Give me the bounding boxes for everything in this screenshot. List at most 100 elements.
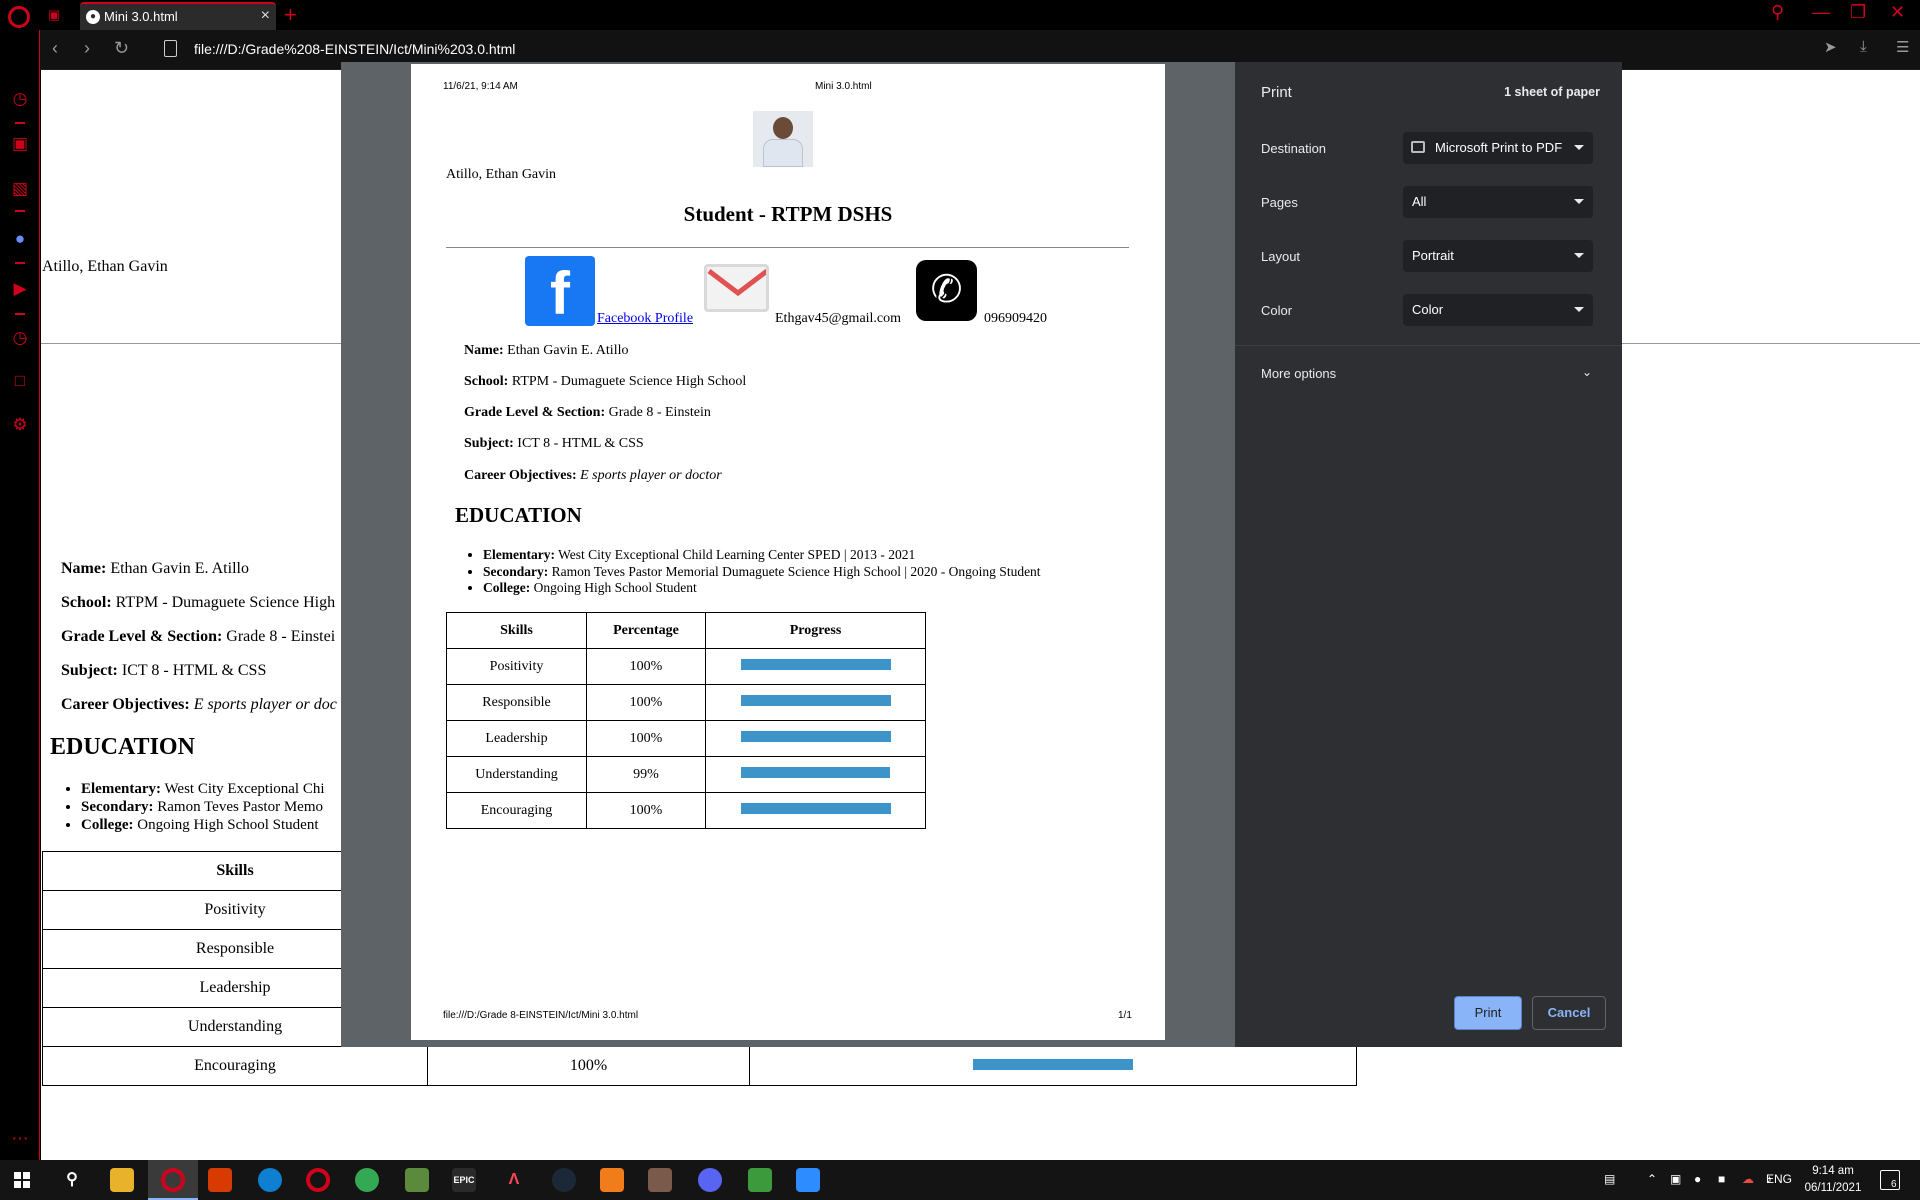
chevron-up-icon[interactable]: ⌃	[1647, 1172, 1657, 1186]
zoom-icon[interactable]	[796, 1168, 820, 1192]
chrome-icon[interactable]	[355, 1168, 379, 1192]
preview-info-name: Name: Ethan Gavin E. Atillo	[464, 343, 629, 358]
footer-page: 1/1	[1118, 1010, 1132, 1021]
search-icon[interactable]: ⚲	[60, 1168, 84, 1192]
facebook-profile-link[interactable]: Facebook Profile	[597, 311, 693, 327]
new-tab-button[interactable]: +	[284, 2, 297, 28]
list-item: Elementary: West City Exceptional Child …	[483, 547, 1041, 564]
close-window-button[interactable]: ✕	[1890, 2, 1905, 23]
extensions-icon[interactable]: □	[9, 370, 31, 392]
globe-icon: ●	[86, 10, 100, 24]
table-row: Encouraging 100%	[42, 1046, 1357, 1086]
info-school: School: RTPM - Dumaguete Science High	[61, 594, 336, 611]
more-options-label: More options	[1261, 366, 1337, 381]
percentage-cell: 100%	[586, 720, 706, 757]
destination-select[interactable]: Microsoft Print to PDF	[1403, 132, 1593, 164]
windows-start-icon[interactable]	[14, 1172, 30, 1188]
game-icon[interactable]	[648, 1168, 672, 1192]
email-text: Ethgav45@gmail.com	[775, 311, 902, 326]
speed-dial-icon[interactable]: ◷	[9, 88, 31, 110]
column-header: Progress	[705, 612, 926, 649]
tab-close-icon[interactable]: ×	[261, 7, 270, 25]
network-icon[interactable]: ▣	[1670, 1172, 1681, 1186]
minecraft-icon[interactable]	[405, 1168, 429, 1192]
history-icon[interactable]: ◷	[9, 327, 31, 349]
preview-page: 11/6/21, 9:14 AM Mini 3.0.html Atillo, E…	[411, 64, 1165, 1040]
back-button[interactable]: ‹	[52, 38, 58, 59]
language-indicator[interactable]: ENG	[1766, 1172, 1792, 1186]
settings-icon[interactable]: ⚙	[9, 414, 31, 436]
skill-cell: Encouraging	[446, 792, 587, 829]
reload-button[interactable]: ↻	[114, 38, 129, 59]
browser-tab[interactable]: ● Mini 3.0.html ×	[80, 2, 276, 30]
restore-button[interactable]: ❐	[1850, 2, 1866, 23]
table-header-row: Skills Percentage Progress	[446, 612, 926, 649]
opera-taskbar-button[interactable]	[148, 1160, 198, 1200]
url-field[interactable]: file:///D:/Grade%208-EINSTEIN/Ict/Mini%2…	[194, 41, 515, 57]
chevron-down-icon	[1574, 307, 1584, 312]
workspace-icon[interactable]: ▣	[9, 133, 31, 155]
cancel-button[interactable]: Cancel	[1532, 996, 1606, 1030]
notification-icon[interactable]: 6	[1880, 1170, 1900, 1190]
list-item: College: Ongoing High School Student	[81, 816, 325, 834]
minimize-button[interactable]: —	[1812, 2, 1830, 23]
office-icon[interactable]	[208, 1168, 232, 1192]
preview-education-list: Elementary: West City Exceptional Child …	[483, 547, 1041, 597]
opera-menu-icon[interactable]	[8, 6, 30, 28]
print-title: Print	[1261, 84, 1292, 101]
column-header: Skills	[446, 612, 587, 649]
table-cell: 100%	[427, 1046, 750, 1086]
list-item: Secondary: Ramon Teves Pastor Memo	[81, 798, 325, 816]
messenger-icon[interactable]: ●	[9, 228, 31, 250]
sidebar-divider	[15, 210, 25, 212]
more-icon[interactable]: ⋯	[9, 1128, 31, 1150]
download-icon[interactable]: ⤓	[1860, 38, 1867, 55]
send-icon[interactable]: ➤	[1824, 38, 1837, 56]
phone-text: 096909420	[984, 311, 1047, 326]
gamepad-icon[interactable]: ▣	[48, 8, 66, 22]
header-title: Mini 3.0.html	[815, 81, 872, 92]
preview-divider	[446, 247, 1129, 248]
forward-button[interactable]: ›	[84, 38, 90, 59]
opera-gx-icon[interactable]	[306, 1168, 330, 1192]
progress-bar	[740, 730, 891, 742]
news-icon[interactable]: ▤	[1604, 1172, 1615, 1186]
clock[interactable]: 9:14 am 06/11/2021	[1800, 1163, 1866, 1197]
percentage-cell: 100%	[586, 684, 706, 721]
player-icon[interactable]: ▶	[9, 278, 31, 300]
steam-icon[interactable]	[552, 1168, 576, 1192]
layout-select[interactable]: Portrait	[1403, 240, 1593, 272]
epic-games-icon[interactable]: EPIC	[452, 1168, 476, 1192]
file-explorer-icon[interactable]	[110, 1168, 134, 1192]
profile-photo	[753, 111, 813, 167]
list-item: Elementary: West City Exceptional Chi	[81, 780, 325, 798]
discord-icon[interactable]	[698, 1168, 722, 1192]
edge-icon[interactable]	[258, 1168, 282, 1192]
notepad-plus-icon[interactable]	[748, 1168, 772, 1192]
layout-value: Portrait	[1412, 248, 1454, 263]
table-cell: Encouraging	[42, 1046, 428, 1086]
percentage-cell: 100%	[586, 648, 706, 685]
print-button[interactable]: Print	[1454, 996, 1522, 1030]
chevron-down-icon	[1574, 199, 1584, 204]
facebook-icon[interactable]: f	[525, 256, 595, 327]
easy-setup-icon[interactable]: ☰	[1896, 38, 1909, 56]
browser-titlebar: ▣ ● Mini 3.0.html × + ⚲ — ❐ ✕	[0, 0, 1920, 30]
pages-select[interactable]: All	[1403, 186, 1593, 218]
more-options-toggle[interactable]: More options ⌄	[1235, 354, 1622, 390]
onedrive-icon[interactable]: ☁	[1742, 1172, 1754, 1186]
valorant-icon[interactable]: Λ	[502, 1168, 526, 1192]
education-list: Elementary: West City Exceptional Chi Se…	[81, 780, 325, 834]
table-row: Positivity 100%	[446, 648, 926, 685]
microphone-icon[interactable]: ●	[1694, 1172, 1701, 1186]
destination-value: Microsoft Print to PDF	[1435, 140, 1563, 155]
camera-icon[interactable]: ■	[1718, 1172, 1725, 1186]
progress-bar	[741, 766, 890, 778]
color-select[interactable]: Color	[1403, 294, 1593, 326]
progress-bar	[740, 658, 891, 670]
search-tabs-icon[interactable]: ⚲	[1771, 2, 1784, 23]
panel-divider	[1235, 345, 1622, 346]
blender-icon[interactable]	[600, 1168, 624, 1192]
twitch-icon[interactable]: ▧	[9, 178, 31, 200]
color-label: Color	[1261, 303, 1293, 318]
